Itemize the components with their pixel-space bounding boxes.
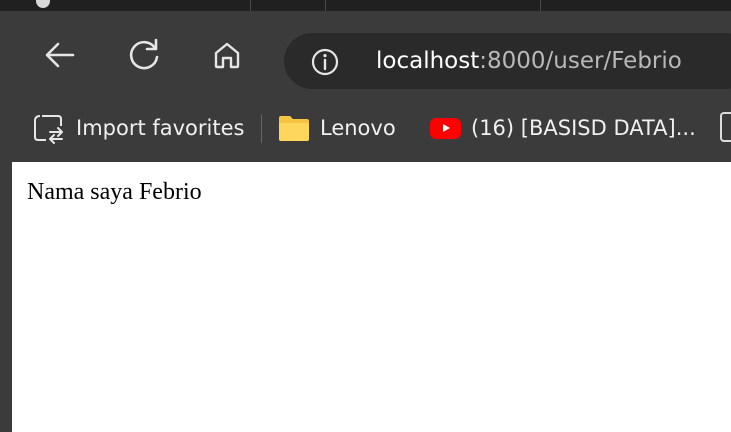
url-path: :8000/user/Febrio bbox=[479, 48, 682, 74]
tab-favicon-icon[interactable] bbox=[36, 0, 50, 8]
browser-chrome: localhost:8000/user/Febrio Import favori… bbox=[0, 0, 731, 162]
bookmark-youtube-basisd-data[interactable]: (16) [BASISD DATA]... bbox=[430, 109, 696, 147]
tab-separator bbox=[325, 0, 326, 11]
refresh-button[interactable] bbox=[122, 33, 166, 77]
back-arrow-icon bbox=[45, 42, 75, 68]
bookmark-overflow-icon[interactable] bbox=[720, 112, 731, 142]
page-body-text: Nama saya Febrio bbox=[27, 179, 202, 205]
site-info-icon[interactable] bbox=[310, 47, 340, 77]
bookmark-label: Lenovo bbox=[320, 116, 396, 140]
home-icon bbox=[214, 42, 240, 69]
refresh-icon bbox=[129, 38, 159, 70]
window-left-edge bbox=[0, 162, 12, 432]
bookmark-import-favorites[interactable]: Import favorites bbox=[32, 109, 244, 147]
address-bar[interactable]: localhost:8000/user/Febrio bbox=[284, 33, 731, 89]
url-host: localhost bbox=[376, 48, 480, 74]
tab-separator bbox=[250, 0, 251, 11]
tab-separator bbox=[540, 0, 541, 11]
bookmarks-divider bbox=[261, 115, 262, 143]
youtube-icon bbox=[430, 117, 461, 139]
bookmark-lenovo[interactable]: Lenovo bbox=[278, 109, 396, 147]
bookmark-label: (16) [BASISD DATA]... bbox=[471, 116, 696, 140]
toolbar: localhost:8000/user/Febrio bbox=[0, 11, 731, 105]
import-favorites-icon bbox=[34, 115, 63, 144]
page-viewport: Nama saya Febrio bbox=[12, 162, 731, 432]
back-button[interactable] bbox=[38, 33, 82, 77]
play-icon bbox=[442, 124, 450, 132]
address-url[interactable]: localhost:8000/user/Febrio bbox=[376, 48, 682, 74]
home-button[interactable] bbox=[205, 33, 249, 77]
browser-window: localhost:8000/user/Febrio Import favori… bbox=[0, 0, 731, 432]
folder-icon bbox=[279, 116, 309, 141]
bookmark-label: Import favorites bbox=[76, 116, 245, 140]
bookmarks-bar: Import favorites Lenovo (16) [BASISD DAT… bbox=[0, 105, 731, 151]
tab-strip bbox=[0, 0, 731, 11]
